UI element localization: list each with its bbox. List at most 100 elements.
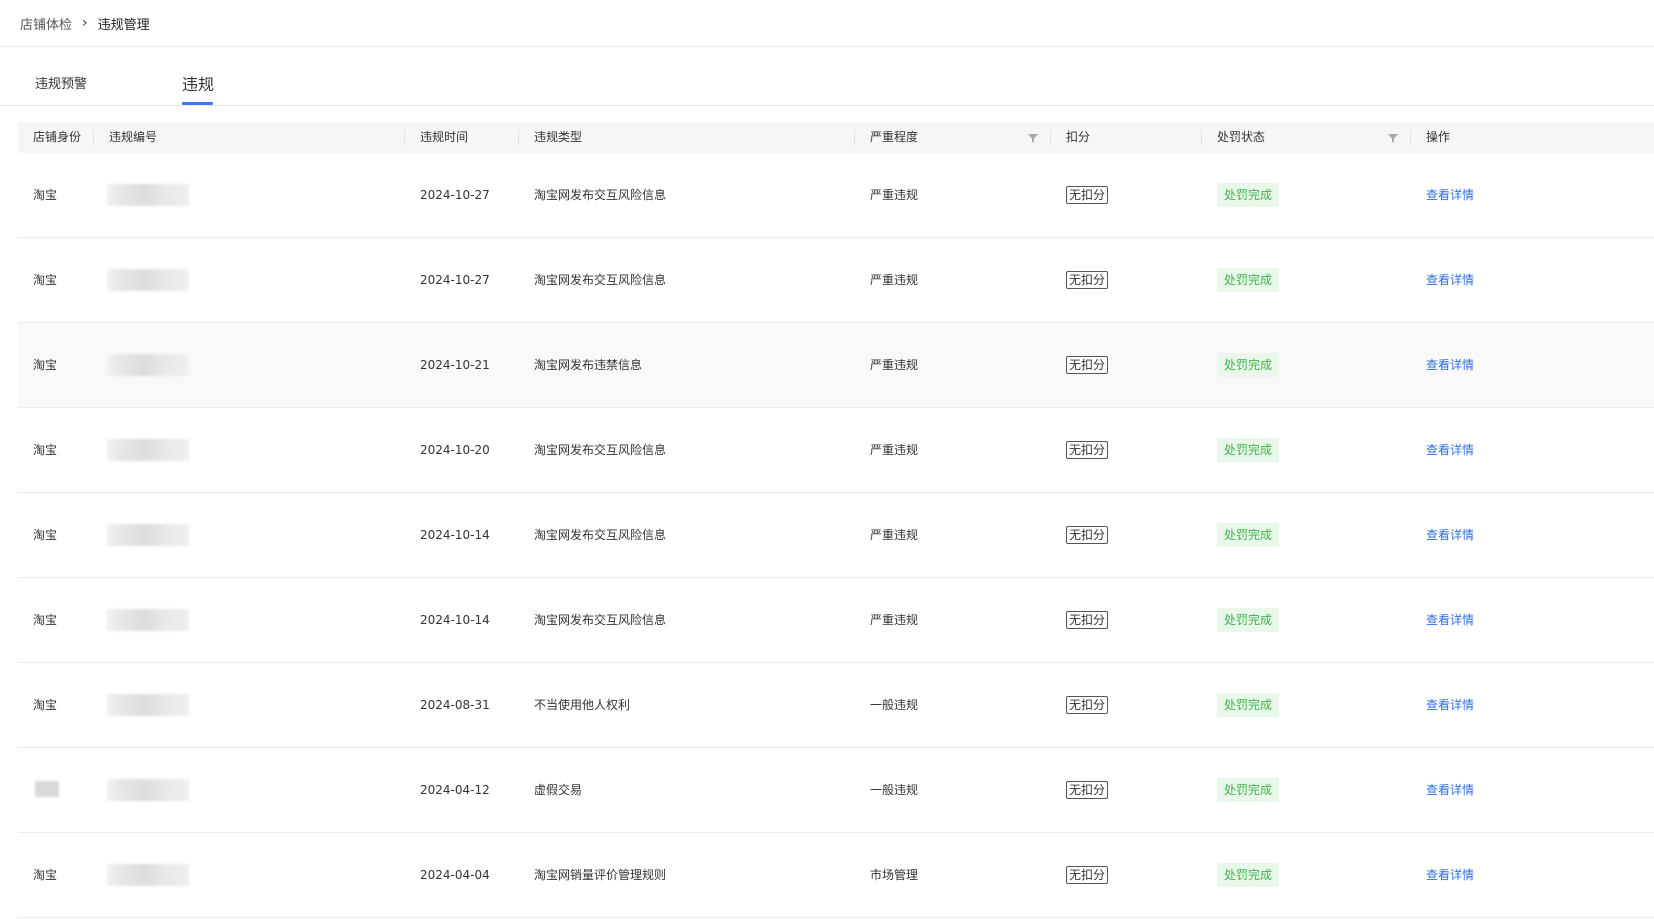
violation-time-cell: 2024-10-14 (420, 528, 490, 542)
column-header-penalty-status: 处罚状态 (1217, 130, 1266, 144)
redacted-shop-identity (35, 781, 59, 797)
breadcrumb-shop-check[interactable]: 店铺体检 (20, 14, 72, 33)
violation-type-cell: 淘宝网发布交互风险信息 (534, 443, 667, 457)
severity-cell: 严重违规 (870, 528, 919, 542)
table-header: 店铺身份 违规编号 违规时间 违规类型 严重程度 扣分 处罚状态 操作 (18, 122, 1654, 153)
violation-type-cell: 淘宝网发布交互风险信息 (534, 273, 667, 287)
tab-violation-warning[interactable]: 违规预警 (35, 73, 87, 92)
shop-identity-cell: 淘宝 (33, 443, 58, 457)
column-divider (854, 130, 855, 145)
shop-identity-cell: 淘宝 (33, 698, 58, 712)
breadcrumb-current: 违规管理 (97, 17, 150, 33)
severity-cell: 严重违规 (870, 443, 919, 457)
severity-cell: 市场管理 (870, 868, 919, 882)
violation-time-cell: 2024-10-21 (420, 358, 490, 372)
column-divider (1410, 130, 1411, 145)
severity-cell: 严重违规 (870, 613, 919, 627)
violation-type-cell: 淘宝网发布违禁信息 (534, 358, 643, 372)
column-divider (518, 130, 519, 145)
severity-cell: 严重违规 (870, 273, 919, 287)
table-row: 淘宝 2024-10-27 淘宝网发布交互风险信息 严重违规 无扣分 处罚完成 … (18, 238, 1654, 323)
redacted-violation-id (107, 864, 189, 886)
violation-type-cell: 淘宝网发布交互风险信息 (534, 613, 667, 627)
status-filter-icon[interactable] (1387, 132, 1399, 144)
shop-identity-cell: 淘宝 (33, 358, 58, 372)
status-badge: 处罚完成 (1217, 438, 1280, 462)
tab-violation[interactable]: 违规 (182, 71, 214, 95)
breadcrumb: 店铺体检 › 违规管理 (20, 0, 150, 46)
table-row: 淘宝 2024-10-21 淘宝网发布违禁信息 严重违规 无扣分 处罚完成 查看… (18, 323, 1654, 408)
view-details-link[interactable]: 查看详情 (1426, 323, 1474, 407)
table-row: 淘宝 2024-10-14 淘宝网发布交互风险信息 严重违规 无扣分 处罚完成 … (18, 578, 1654, 663)
violation-type-cell: 不当使用他人权利 (534, 698, 631, 712)
tabs-divider (0, 105, 1654, 106)
violation-table: 店铺身份 违规编号 违规时间 违规类型 严重程度 扣分 处罚状态 操作 淘宝 2… (18, 122, 1654, 918)
tab-bar: 违规预警 违规 (0, 47, 1654, 105)
deduction-tag: 无扣分 (1066, 866, 1109, 884)
violation-time-cell: 2024-10-20 (420, 443, 490, 457)
deduction-tag: 无扣分 (1066, 271, 1109, 289)
shop-identity-cell: 淘宝 (33, 188, 58, 202)
violation-time-cell: 2024-04-04 (420, 868, 490, 882)
violation-type-cell: 淘宝网发布交互风险信息 (534, 528, 667, 542)
column-header-deduction: 扣分 (1066, 130, 1091, 144)
status-badge: 处罚完成 (1217, 863, 1280, 887)
column-header-violation-type: 违规类型 (534, 130, 583, 144)
column-divider (1201, 130, 1202, 145)
table-row: 2024-04-12 虚假交易 一般违规 无扣分 处罚完成 查看详情 (18, 748, 1654, 833)
deduction-tag: 无扣分 (1066, 611, 1109, 629)
chevron-right-icon: › (82, 15, 88, 31)
column-header-severity: 严重程度 (870, 130, 919, 144)
table-row: 淘宝 2024-04-04 淘宝网销量评价管理规则 市场管理 无扣分 处罚完成 … (18, 833, 1654, 918)
column-header-actions: 操作 (1426, 130, 1451, 144)
status-badge: 处罚完成 (1217, 268, 1280, 292)
status-badge: 处罚完成 (1217, 523, 1280, 547)
view-details-link[interactable]: 查看详情 (1426, 663, 1474, 747)
severity-cell: 严重违规 (870, 358, 919, 372)
redacted-violation-id (107, 524, 189, 546)
shop-identity-cell: 淘宝 (33, 613, 58, 627)
table-row: 淘宝 2024-10-27 淘宝网发布交互风险信息 严重违规 无扣分 处罚完成 … (18, 153, 1654, 238)
table-row: 淘宝 2024-10-20 淘宝网发布交互风险信息 严重违规 无扣分 处罚完成 … (18, 408, 1654, 493)
violation-type-cell: 淘宝网发布交互风险信息 (534, 188, 667, 202)
deduction-tag: 无扣分 (1066, 186, 1109, 204)
redacted-violation-id (107, 269, 189, 291)
shop-identity-cell: 淘宝 (33, 273, 58, 287)
severity-filter-icon[interactable] (1027, 132, 1039, 144)
view-details-link[interactable]: 查看详情 (1426, 238, 1474, 322)
column-header-violation-id: 违规编号 (109, 130, 158, 144)
violation-type-cell: 虚假交易 (534, 783, 583, 797)
redacted-violation-id (107, 694, 189, 716)
column-divider (1050, 130, 1051, 145)
view-details-link[interactable]: 查看详情 (1426, 493, 1474, 577)
severity-cell: 一般违规 (870, 783, 919, 797)
column-divider (93, 130, 94, 145)
deduction-tag: 无扣分 (1066, 696, 1109, 714)
column-header-shop-identity: 店铺身份 (33, 130, 82, 144)
status-badge: 处罚完成 (1217, 778, 1280, 802)
view-details-link[interactable]: 查看详情 (1426, 748, 1474, 832)
redacted-violation-id (107, 184, 189, 206)
violation-time-cell: 2024-10-27 (420, 273, 490, 287)
view-details-link[interactable]: 查看详情 (1426, 833, 1474, 917)
deduction-tag: 无扣分 (1066, 441, 1109, 459)
deduction-tag: 无扣分 (1066, 526, 1109, 544)
table-row: 淘宝 2024-08-31 不当使用他人权利 一般违规 无扣分 处罚完成 查看详… (18, 663, 1654, 748)
redacted-violation-id (107, 354, 189, 376)
view-details-link[interactable]: 查看详情 (1426, 578, 1474, 662)
violation-time-cell: 2024-04-12 (420, 783, 490, 797)
column-divider (404, 130, 405, 145)
status-badge: 处罚完成 (1217, 183, 1280, 207)
violation-time-cell: 2024-08-31 (420, 698, 490, 712)
severity-cell: 严重违规 (870, 188, 919, 202)
table-row: 淘宝 2024-10-14 淘宝网发布交互风险信息 严重违规 无扣分 处罚完成 … (18, 493, 1654, 578)
view-details-link[interactable]: 查看详情 (1426, 408, 1474, 492)
redacted-violation-id (107, 779, 189, 801)
view-details-link[interactable]: 查看详情 (1426, 153, 1474, 237)
status-badge: 处罚完成 (1217, 608, 1280, 632)
violation-time-cell: 2024-10-27 (420, 188, 490, 202)
shop-identity-cell: 淘宝 (33, 868, 58, 882)
severity-cell: 一般违规 (870, 698, 919, 712)
violation-type-cell: 淘宝网销量评价管理规则 (534, 868, 667, 882)
redacted-violation-id (107, 439, 189, 461)
